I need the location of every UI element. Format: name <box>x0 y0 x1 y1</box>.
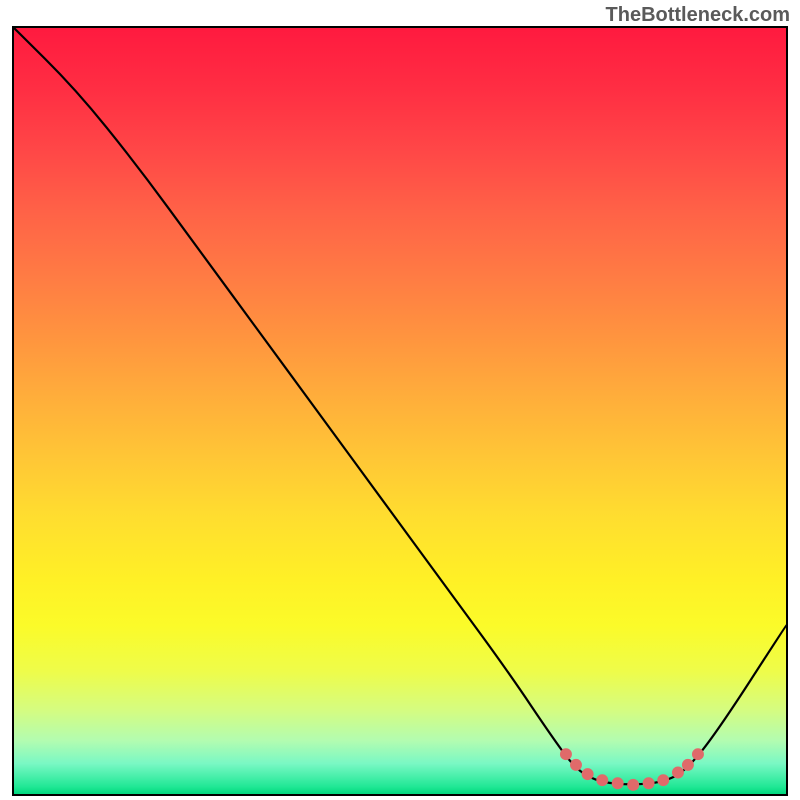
chart-curve-line <box>14 28 786 784</box>
chart-dot <box>682 759 694 771</box>
chart-dot <box>692 748 704 760</box>
chart-dot <box>657 774 669 786</box>
chart-container <box>12 26 788 796</box>
chart-dot <box>627 779 639 791</box>
chart-dot <box>612 777 624 789</box>
chart-dot <box>570 759 582 771</box>
chart-dot <box>596 774 608 786</box>
chart-svg <box>14 28 786 794</box>
chart-dot <box>643 777 655 789</box>
watermark-text: TheBottleneck.com <box>606 4 790 27</box>
chart-dot <box>672 767 684 779</box>
chart-dot <box>582 768 594 780</box>
chart-dot <box>560 748 572 760</box>
chart-dots-group <box>560 748 704 791</box>
